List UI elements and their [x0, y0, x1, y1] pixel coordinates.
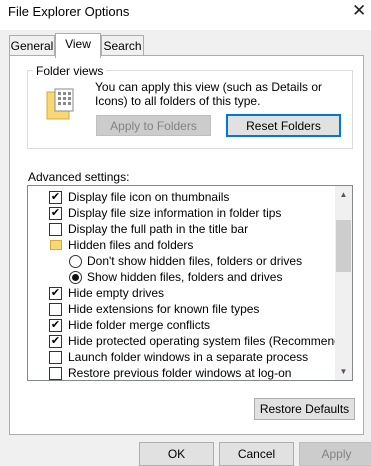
- setting-display-full-path[interactable]: Display the full path in the title bar: [28, 221, 336, 237]
- checkbox[interactable]: ✔: [49, 319, 62, 332]
- advanced-settings-list[interactable]: ✔ Display file icon on thumbnails ✔ Disp…: [27, 185, 353, 381]
- checkbox[interactable]: ✔: [49, 191, 62, 204]
- tab-view-label: View: [65, 37, 91, 51]
- setting-dont-show-hidden[interactable]: Don't show hidden files, folders or driv…: [28, 253, 336, 269]
- setting-label: Don't show hidden files, folders or driv…: [87, 254, 303, 268]
- checkbox[interactable]: [49, 223, 62, 236]
- setting-label: Hide folder merge conflicts: [68, 318, 211, 332]
- setting-label: Launch folder windows in a separate proc…: [68, 350, 309, 364]
- setting-display-file-size-info[interactable]: ✔ Display file size information in folde…: [28, 205, 336, 221]
- reset-folders-button[interactable]: Reset Folders: [226, 114, 341, 137]
- tab-general[interactable]: General: [9, 35, 55, 57]
- folder-views-legend: Folder views: [33, 64, 107, 78]
- scroll-up-arrow-icon[interactable]: ▲: [335, 186, 352, 203]
- scrollbar-thumb[interactable]: [336, 220, 351, 272]
- setting-hide-protected-os-files[interactable]: ✔ Hide protected operating system files …: [28, 333, 352, 349]
- setting-label: Display file size information in folder …: [68, 206, 282, 220]
- setting-label: Hide extensions for known file types: [68, 302, 260, 316]
- tab-search-label: Search: [103, 39, 142, 53]
- advanced-settings-label: Advanced settings:: [28, 170, 130, 184]
- checkbox[interactable]: [49, 303, 62, 316]
- setting-label: Hidden files and folders: [68, 238, 194, 252]
- title-bar: File Explorer Options ✕: [0, 0, 371, 30]
- checkbox[interactable]: [49, 367, 62, 380]
- setting-label: Hide empty drives: [68, 286, 165, 300]
- setting-label: Restore previous folder windows at log-o…: [68, 366, 292, 380]
- setting-hide-empty-drives[interactable]: ✔ Hide empty drives: [28, 285, 336, 301]
- tab-general-label: General: [10, 39, 54, 53]
- cancel-button[interactable]: Cancel: [219, 442, 294, 466]
- tab-search[interactable]: Search: [101, 35, 144, 57]
- setting-label: Display file icon on thumbnails: [68, 190, 230, 204]
- radio-button[interactable]: [69, 255, 82, 268]
- radio-button[interactable]: [69, 271, 82, 284]
- scroll-down-arrow-icon[interactable]: ▼: [335, 363, 352, 380]
- setting-label: Hide protected operating system files (R…: [68, 334, 353, 348]
- setting-label: Display the full path in the title bar: [68, 222, 249, 236]
- setting-launch-separate-process[interactable]: Launch folder windows in a separate proc…: [28, 349, 336, 365]
- tab-view[interactable]: View: [55, 33, 101, 58]
- setting-hidden-files-folders-group: Hidden files and folders: [28, 237, 336, 253]
- window-title: File Explorer Options: [8, 4, 130, 19]
- setting-restore-previous-windows[interactable]: Restore previous folder windows at log-o…: [28, 365, 336, 380]
- folder-views-description: You can apply this view (such as Details…: [95, 80, 323, 108]
- setting-hide-extensions[interactable]: Hide extensions for known file types: [28, 301, 336, 317]
- close-icon[interactable]: ✕: [352, 2, 366, 19]
- ok-button[interactable]: OK: [139, 442, 214, 466]
- checkbox[interactable]: ✔: [49, 335, 62, 348]
- folder-icon: [50, 240, 62, 250]
- setting-hide-folder-merge-conflicts[interactable]: ✔ Hide folder merge conflicts: [28, 317, 336, 333]
- setting-show-hidden[interactable]: Show hidden files, folders and drives: [28, 269, 336, 285]
- setting-label: Show hidden files, folders and drives: [87, 270, 283, 284]
- setting-display-file-icon-thumbnails[interactable]: ✔ Display file icon on thumbnails: [28, 189, 336, 205]
- folder-view-icon: [46, 88, 74, 120]
- apply-button[interactable]: Apply: [299, 442, 371, 466]
- apply-to-folders-button[interactable]: Apply to Folders: [96, 115, 211, 136]
- checkbox[interactable]: ✔: [49, 287, 62, 300]
- checkbox[interactable]: [49, 351, 62, 364]
- vertical-scrollbar[interactable]: ▲ ▼: [335, 186, 352, 380]
- checkbox[interactable]: ✔: [49, 207, 62, 220]
- restore-defaults-button[interactable]: Restore Defaults: [254, 398, 355, 420]
